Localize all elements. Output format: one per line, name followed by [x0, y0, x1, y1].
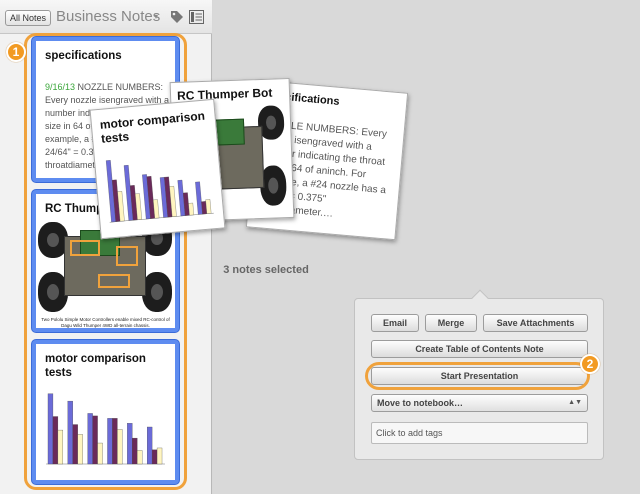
motor-chart-thumbnail — [46, 393, 165, 465]
chart-bar — [77, 434, 83, 465]
chart-bar — [57, 429, 64, 465]
create-toc-button[interactable]: Create Table of Contents Note — [371, 340, 588, 358]
chart-bar — [147, 426, 153, 465]
select-arrows-icon: ▲▼ — [568, 399, 582, 406]
chart-bar — [151, 449, 158, 465]
chart-bar — [156, 447, 163, 465]
view-options-icon[interactable] — [189, 10, 204, 24]
chart-bar — [195, 181, 203, 215]
chart-bar — [112, 418, 118, 465]
note-card-motor-comparison[interactable]: motor comparison tests — [32, 340, 179, 484]
chart-bar — [72, 424, 78, 465]
note-date: 9/16/13 — [45, 82, 76, 92]
chart-bar — [107, 418, 113, 465]
stack-preview-motor-comparison: motor comparison tests — [89, 98, 226, 240]
email-button[interactable]: Email — [371, 314, 419, 332]
chart-bar — [127, 423, 133, 465]
chart-bar — [188, 202, 194, 216]
merge-button[interactable]: Merge — [425, 314, 477, 332]
chart-bar — [52, 416, 59, 465]
chart-bar — [92, 415, 98, 465]
selected-count-label: 3 notes selected — [223, 264, 309, 276]
chart-bar — [132, 437, 138, 465]
presentation-highlight — [365, 362, 590, 390]
tags-input[interactable]: Click to add tags — [371, 422, 588, 444]
chart-bar — [137, 450, 143, 465]
notebook-title[interactable]: Business Notes — [56, 8, 160, 25]
note-list-header: All Notes Business Notes ▾ — [0, 0, 212, 34]
move-to-notebook-select[interactable]: Move to notebook… ▲▼ — [371, 394, 588, 412]
callout-badge-2: 2 — [580, 354, 600, 374]
note-title: motor comparison tests — [45, 353, 146, 379]
tag-icon[interactable] — [170, 10, 184, 24]
chart-bar — [87, 413, 93, 465]
motor-chart-preview — [105, 160, 214, 223]
note-list-pane: All Notes Business Notes ▾ specification… — [0, 0, 212, 494]
save-attachments-button[interactable]: Save Attachments — [483, 314, 588, 332]
chart-bar — [47, 393, 54, 465]
chart-bar — [117, 429, 123, 465]
chart-bar — [67, 400, 73, 465]
move-to-notebook-label: Move to notebook… — [377, 398, 463, 408]
chevron-down-icon[interactable]: ▾ — [154, 12, 158, 21]
chart-bar — [97, 442, 103, 465]
note-title: specifications — [45, 50, 122, 62]
photo-caption: Two Pololu Simple Motor Controllers enab… — [41, 317, 170, 328]
callout-badge-1: 1 — [6, 42, 26, 62]
all-notes-button[interactable]: All Notes — [5, 10, 52, 26]
stack-title: motor comparison tests — [99, 108, 206, 146]
